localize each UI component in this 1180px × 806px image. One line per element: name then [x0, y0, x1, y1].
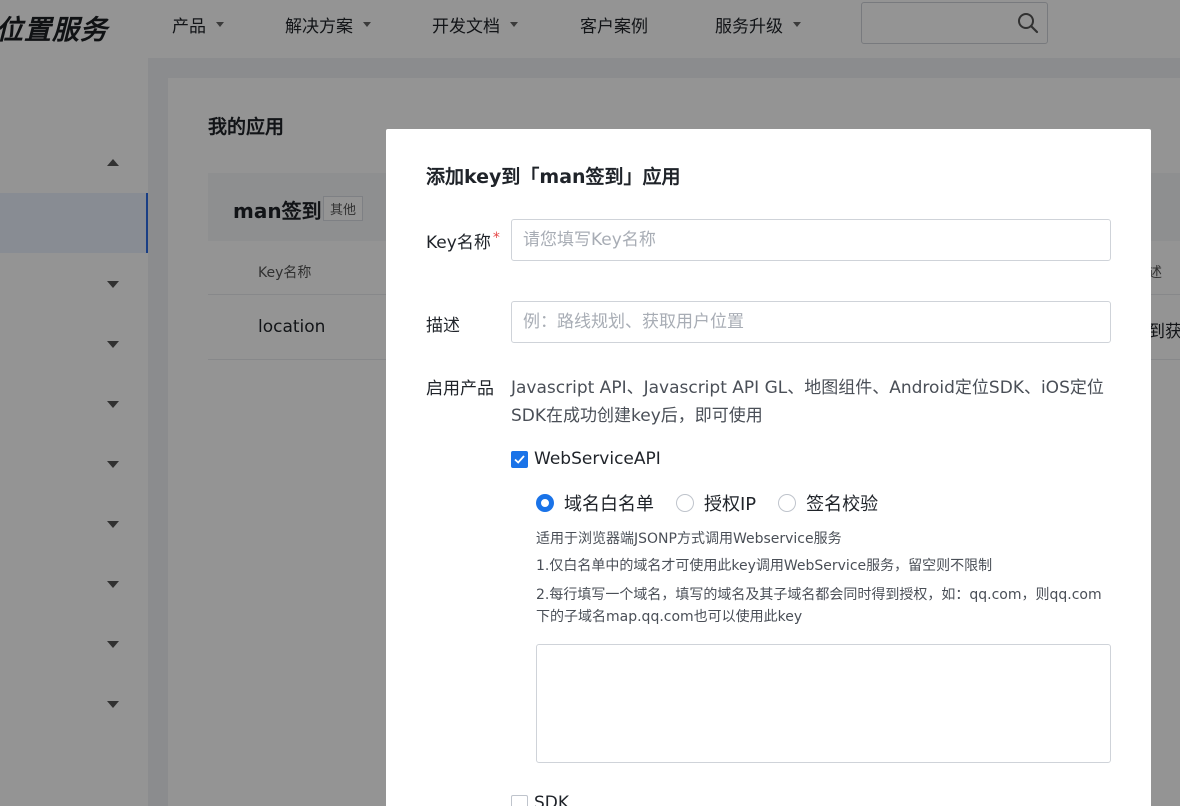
radio-domain-whitelist[interactable]: 域名白名单	[536, 490, 654, 516]
required-mark: *	[492, 230, 500, 246]
hint-line-2: 1.仅白名单中的域名才可使用此key调用WebService服务，留空则不限制	[536, 558, 993, 574]
products-label: 启用产品	[426, 379, 494, 399]
sdk-checkbox[interactable]	[511, 794, 528, 806]
domain-whitelist-textarea[interactable]	[536, 644, 1111, 763]
radio-signature[interactable]: 签名校验	[778, 490, 878, 516]
key-name-input[interactable]	[511, 219, 1111, 261]
hint-line-1: 适用于浏览器端JSONP方式调用Webservice服务	[536, 531, 842, 547]
webservice-auth-options: 域名白名单 授权IP 签名校验	[536, 490, 900, 516]
products-description: Javascript API、Javascript API GL、地图组件、An…	[511, 378, 1104, 426]
radio-label: 域名白名单	[564, 494, 654, 515]
radio-authorized-ip[interactable]: 授权IP	[676, 490, 756, 516]
description-input[interactable]	[511, 301, 1111, 343]
webservice-checkbox-row[interactable]: WebServiceAPI	[511, 449, 661, 469]
radio-label: 授权IP	[704, 494, 757, 515]
webservice-checkbox[interactable]	[511, 450, 528, 468]
key-name-label: Key名称 *	[426, 228, 500, 253]
sdk-label: SDK	[534, 793, 570, 806]
radio-icon[interactable]	[778, 494, 797, 512]
sdk-checkbox-row[interactable]: SDK	[511, 793, 569, 806]
description-label: 描述	[426, 316, 460, 336]
hint-line-3: 2.每行填写一个域名，填写的域名及其子域名都会同时得到授权，如：qq.com，则…	[536, 587, 1102, 625]
modal-title: 添加key到「man签到」应用	[426, 166, 681, 188]
key-name-label-text: Key名称	[426, 233, 491, 253]
radio-icon[interactable]	[676, 494, 694, 512]
add-key-modal: 添加key到「man签到」应用 Key名称* 描述 启用产品 Javascrip…	[386, 129, 1151, 806]
radio-selected-icon[interactable]	[536, 494, 554, 512]
radio-label: 签名校验	[806, 494, 879, 515]
check-icon	[514, 454, 525, 464]
webservice-label: WebServiceAPI	[534, 449, 661, 469]
